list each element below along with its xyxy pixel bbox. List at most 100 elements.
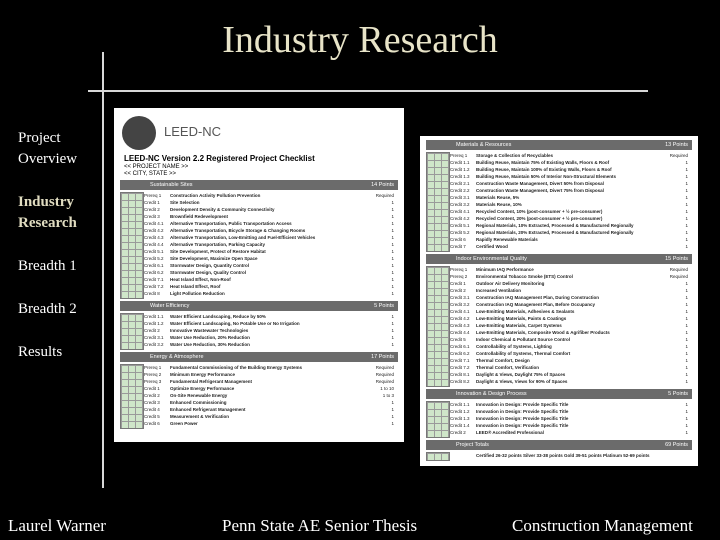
checklist-row: Credit 3 Enhanced Commissioning 1 <box>144 399 398 406</box>
footer-thesis: Penn State AE Senior Thesis <box>222 516 418 535</box>
credit-description: Outdoor Air Delivery Monitoring <box>476 281 545 286</box>
checklist-row: Credit 4.1 Alternative Transportation, Pu… <box>144 220 398 227</box>
section-header: Energy & Atmosphere 17 Points <box>120 352 398 362</box>
credit-id: Credit 2 <box>144 393 160 398</box>
checklist-row: Credit 1.2 Building Reuse, Maintain 100% … <box>450 166 692 173</box>
credit-id: Prereq 1 <box>450 153 468 158</box>
nav-item-project-overview[interactable]: Project Overview <box>18 128 108 170</box>
checklist-row: Credit 6.1 Controllability of Systems, Li… <box>450 343 692 350</box>
credit-description: Site Development, Maximize Open Space <box>170 256 258 261</box>
section-name: Materials & Resources <box>456 142 512 148</box>
credit-points: 1 <box>391 228 394 233</box>
credit-id: Prereq 1 <box>144 193 162 198</box>
credit-description: Construction Waste Management, Divert 75… <box>476 188 604 193</box>
credit-id: Credit 4.3 <box>450 323 470 328</box>
credit-id: Credit 8.2 <box>450 379 470 384</box>
credit-description: Site Development, Protect of Restore Hab… <box>170 249 266 254</box>
credit-id: Credit 7.1 <box>450 358 470 363</box>
checklist-row: Credit 1 Site Selection 1 <box>144 199 398 206</box>
footer-author: Laurel Warner <box>8 516 106 535</box>
credit-description: Controllability of Systems, Lighting <box>476 344 552 349</box>
checklist-title: LEED-NC Version 2.2 Registered Project C… <box>124 154 315 163</box>
credit-points: 1 <box>391 284 394 289</box>
credit-id: Credit 4.2 <box>450 216 470 221</box>
credit-id: Credit 5.2 <box>450 230 470 235</box>
checklist-row: Credit 1 Optimize Energy Performance 1 to … <box>144 385 398 392</box>
credit-points: 1 <box>685 295 688 300</box>
credit-description: Regional Materials, 10% Extracted, Proce… <box>476 223 634 228</box>
section-header: Project Totals 69 Points <box>426 440 692 450</box>
credit-id: Credit 4.4 <box>450 330 470 335</box>
checkbox-grid <box>426 152 450 252</box>
credit-points: 1 <box>391 200 394 205</box>
credit-description: Green Power <box>170 421 198 426</box>
credit-description: Innovation in Design: Provide Specific T… <box>476 416 569 421</box>
checklist-row: Credit 1.4 Innovation in Design: Provide … <box>450 422 692 429</box>
leed-logo-icon <box>122 116 156 150</box>
credit-id: Credit 1.1 <box>450 160 470 165</box>
checklist-row: Credit 2 LEED® Accredited Professional 1 <box>450 429 692 436</box>
credit-points: 1 <box>685 202 688 207</box>
credit-points: 1 <box>685 330 688 335</box>
checklist-row: Credit 2.1 Construction Waste Management,… <box>450 180 692 187</box>
checklist-row: Credit 5.1 Site Development, Protect of R… <box>144 248 398 255</box>
credit-id: Credit 3.2 <box>450 302 470 307</box>
checklist-row: Credit 7.1 Thermal Comfort, Design 1 <box>450 357 692 364</box>
credit-description: Innovation in Design: Provide Specific T… <box>476 409 569 414</box>
checklist-row: Credit 5.2 Regional Materials, 20% Extrac… <box>450 229 692 236</box>
checklist-row: Credit 4.2 Recycled Content, 20% (post-co… <box>450 215 692 222</box>
checklist-row: Credit 4.3 Alternative Transportation, Lo… <box>144 234 398 241</box>
nav-item-industry-research[interactable]: Industry Research <box>18 192 108 234</box>
checklist-row: Credit 3 Brownfield Redevelopment 1 <box>144 213 398 220</box>
credit-points: 1 <box>685 316 688 321</box>
checklist-row: Credit 6 Rapidly Renewable Materials 1 <box>450 236 692 243</box>
credit-id: Prereq 1 <box>450 267 468 272</box>
checklist-row: Credit 1.1 Building Reuse, Maintain 75% o… <box>450 159 692 166</box>
checklist-row: Credit 8 Light Pollution Reduction 1 <box>144 290 398 297</box>
credit-description: Innovative Wastewater Technologies <box>170 328 249 333</box>
credit-description: Low-Emitting Materials, Adhesives & Seal… <box>476 309 575 314</box>
checklist-row: Credit 4.2 Alternative Transportation, Bi… <box>144 227 398 234</box>
checklist-row: Credit 4 Enhanced Refrigerant Management 1 <box>144 406 398 413</box>
credit-points: 1 <box>685 174 688 179</box>
checkbox-grid <box>426 401 450 438</box>
section-points: 17 Points <box>371 354 394 360</box>
credit-description: Materials Reuse, 10% <box>476 202 522 207</box>
checklist-row: Credit 4.1 Low-Emitting Materials, Adhesi… <box>450 308 692 315</box>
credit-points: 1 <box>685 195 688 200</box>
checklist-row: Credit 6 Green Power 1 <box>144 420 398 427</box>
checkbox-grid <box>120 192 144 299</box>
credit-id: Credit 1 <box>144 200 160 205</box>
credit-points: 1 <box>685 223 688 228</box>
credit-points: 1 <box>391 314 394 319</box>
credit-description: Recycled Content, 20% (post-consumer + ½… <box>476 216 603 221</box>
credit-id: Credit 7.1 <box>144 277 164 282</box>
nav-item-results[interactable]: Results <box>18 342 108 363</box>
nav-item-breadth-1[interactable]: Breadth 1 <box>18 256 108 277</box>
credit-points: Required <box>669 153 688 158</box>
credit-description: Optimize Energy Performance <box>170 386 235 391</box>
credit-points: 1 <box>391 407 394 412</box>
credit-id: Credit 5.1 <box>450 223 470 228</box>
credit-points: 1 <box>685 430 688 435</box>
credit-description: Low-Emitting Materials, Composite Wood &… <box>476 330 610 335</box>
checklist-row: Prereq 1 Fundamental Commissioning of the… <box>144 364 398 371</box>
credit-id: Credit 1.1 <box>450 402 470 407</box>
credit-description: Light Pollution Reduction <box>170 291 225 296</box>
checklist-row: Credit 1.2 Water Efficient Landscaping, N… <box>144 320 398 327</box>
nav-item-breadth-2[interactable]: Breadth 2 <box>18 299 108 320</box>
credit-points: 1 <box>685 351 688 356</box>
credit-points: 1 <box>685 416 688 421</box>
section-points: 14 Points <box>371 182 394 188</box>
credit-description: Heat Island Effect, Non-Roof <box>170 277 231 282</box>
credit-description: Building Reuse, Maintain 75% of Existing… <box>476 160 610 165</box>
checklist-row: Certified 26-32 points Silver 33-38 poin… <box>450 452 692 459</box>
credit-description: Increased Ventilation <box>476 288 522 293</box>
credit-description: Innovation in Design: Provide Specific T… <box>476 423 569 428</box>
credit-points: 1 <box>391 242 394 247</box>
credit-id: Credit 4.1 <box>450 209 470 214</box>
checkbox-grid <box>426 452 450 461</box>
section-name: Innovation & Design Process <box>456 391 527 397</box>
checklist-row: Credit 7.2 Thermal Comfort, Verification 1 <box>450 364 692 371</box>
credit-points: 1 <box>685 309 688 314</box>
